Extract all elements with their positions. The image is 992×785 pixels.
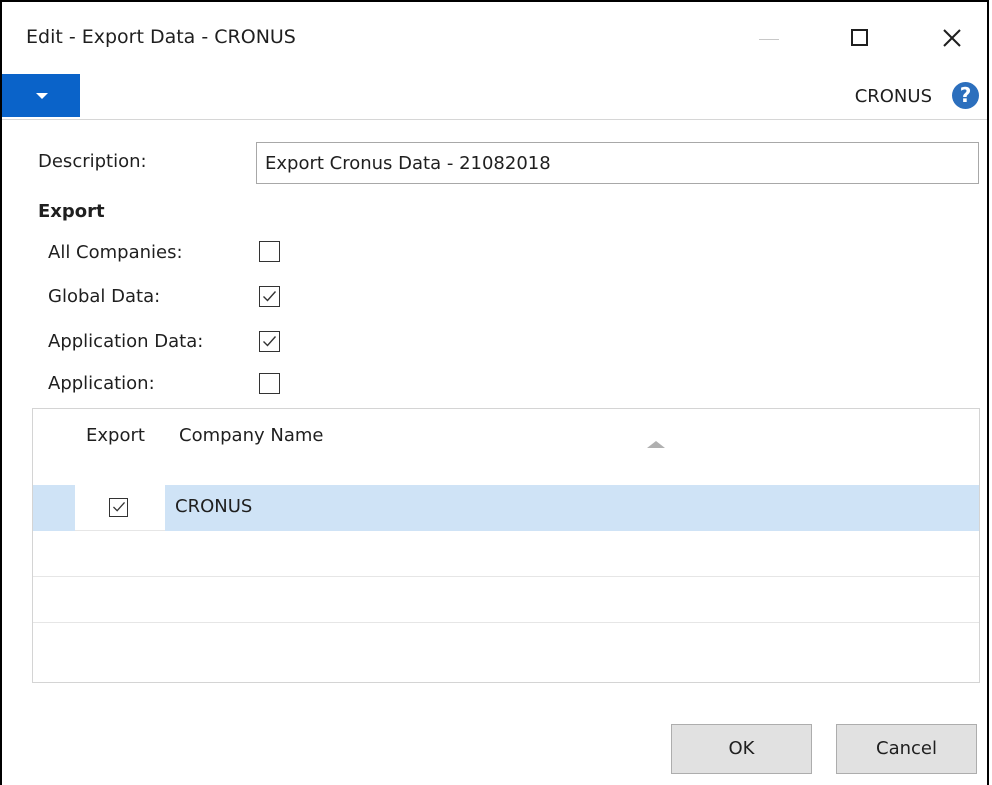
table-row[interactable]: CRONUS — [33, 485, 979, 531]
minimize-icon — [759, 39, 779, 40]
company-name-label: CRONUS — [854, 86, 932, 107]
description-input[interactable] — [256, 142, 979, 184]
sort-ascending-icon — [647, 441, 665, 448]
checkmark-icon — [263, 336, 277, 347]
cancel-button[interactable]: Cancel — [836, 724, 977, 774]
application-data-checkbox[interactable] — [259, 331, 280, 352]
all-companies-checkbox[interactable] — [259, 241, 280, 262]
global-data-label: Global Data: — [48, 286, 161, 307]
row-highlight — [165, 485, 979, 531]
checkmark-icon — [263, 291, 277, 302]
column-header-company-name[interactable]: Company Name — [179, 425, 323, 446]
window-title: Edit - Export Data - CRONUS — [26, 26, 296, 48]
application-label: Application: — [48, 373, 155, 394]
checkmark-icon — [113, 501, 126, 512]
title-bar: Edit - Export Data - CRONUS — [2, 2, 987, 74]
dropdown-arrow-icon — [36, 93, 48, 99]
global-data-checkbox[interactable] — [259, 286, 280, 307]
maximize-button[interactable] — [837, 16, 883, 62]
action-bar: CRONUS ? — [2, 74, 987, 120]
minimize-button[interactable] — [745, 16, 791, 62]
actions-menu-button[interactable] — [2, 74, 80, 117]
all-companies-label: All Companies: — [48, 242, 183, 263]
ok-button[interactable]: OK — [671, 724, 812, 774]
application-data-label: Application Data: — [48, 331, 204, 352]
export-section-heading: Export — [38, 201, 105, 222]
help-icon[interactable]: ? — [952, 82, 979, 109]
row-export-checkbox[interactable] — [109, 498, 128, 517]
row-company-name: CRONUS — [175, 496, 253, 517]
table-row-empty[interactable] — [33, 531, 979, 577]
application-checkbox[interactable] — [259, 373, 280, 394]
table-row-empty[interactable] — [33, 577, 979, 623]
company-grid: Export Company Name CRONUS — [32, 408, 980, 683]
close-icon — [943, 29, 961, 47]
maximize-icon — [851, 29, 868, 46]
close-button[interactable] — [929, 16, 975, 62]
column-header-export[interactable]: Export — [86, 425, 145, 446]
row-selector[interactable] — [33, 485, 75, 531]
table-row-empty[interactable] — [33, 623, 979, 669]
description-label: Description: — [38, 151, 147, 172]
dialog-window: Edit - Export Data - CRONUS CRONUS ? Des… — [0, 0, 989, 785]
